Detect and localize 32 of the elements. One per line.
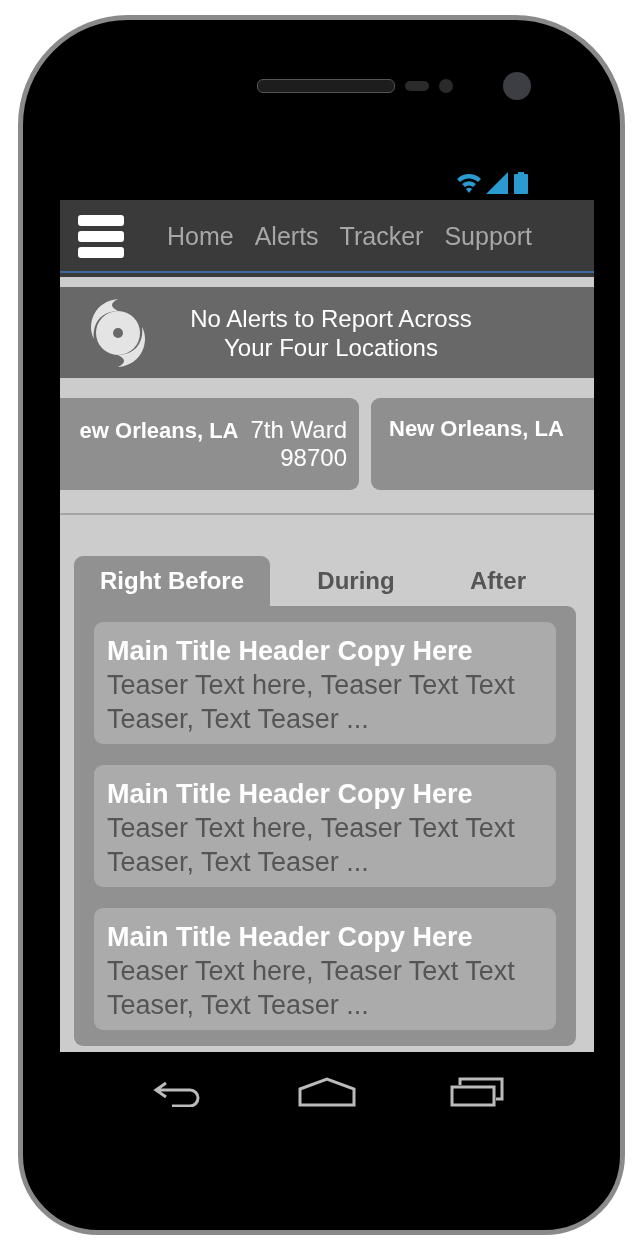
sensor-icon bbox=[405, 81, 429, 91]
tab[interactable]: Right Before bbox=[74, 556, 270, 606]
sensor-icon bbox=[439, 79, 453, 93]
location-area: 7th Ward bbox=[250, 416, 347, 444]
article-teaser: Teaser Text here, Teaser Text Text Teaser, Text Teaser ... bbox=[107, 669, 516, 736]
article-card[interactable]: Main Title Header Copy Here Teaser Text here, Teaser Text Text Teaser, Text Teaser ... bbox=[94, 765, 556, 887]
wifi-icon bbox=[456, 172, 482, 194]
article-card[interactable]: Main Title Header Copy Here Teaser Text here, Teaser Text Text Teaser, Text Teaser ... bbox=[94, 622, 556, 744]
camera-icon bbox=[503, 72, 531, 100]
nav-link[interactable]: Alerts bbox=[254, 222, 319, 251]
article-card[interactable]: Main Title Header Copy Here Teaser Text here, Teaser Text Text Teaser, Text Teaser ... bbox=[94, 908, 556, 1030]
recent-apps-icon[interactable] bbox=[450, 1077, 504, 1107]
nav-link[interactable]: Tracker bbox=[339, 222, 424, 251]
signal-icon bbox=[486, 172, 510, 194]
nav-link[interactable]: Home bbox=[167, 222, 234, 251]
article-title: Main Title Header Copy Here bbox=[107, 778, 474, 811]
nav-link[interactable]: Support bbox=[444, 222, 532, 251]
article-title: Main Title Header Copy Here bbox=[107, 921, 474, 954]
tab[interactable]: During bbox=[270, 556, 442, 606]
location-card[interactable]: New Orleans, LA bbox=[371, 398, 594, 490]
location-card[interactable]: ew Orleans, LA 7th Ward 98700 bbox=[60, 398, 359, 490]
menu-icon[interactable] bbox=[78, 214, 124, 259]
location-city: New Orleans, LA bbox=[389, 416, 564, 442]
location-zip: 98700 bbox=[280, 444, 347, 472]
tab[interactable]: After bbox=[442, 556, 554, 606]
battery-icon bbox=[514, 172, 528, 194]
location-city: ew Orleans, LA bbox=[79, 418, 239, 444]
article-teaser: Teaser Text here, Teaser Text Text Teaser, Text Teaser ... bbox=[107, 812, 516, 879]
article-title: Main Title Header Copy Here bbox=[107, 635, 474, 668]
article-teaser: Teaser Text here, Teaser Text Text Teaser, Text Teaser ... bbox=[107, 955, 516, 1022]
alert-message: No Alerts to Report Across Your Four Locations bbox=[189, 303, 473, 362]
home-icon[interactable] bbox=[298, 1077, 356, 1107]
